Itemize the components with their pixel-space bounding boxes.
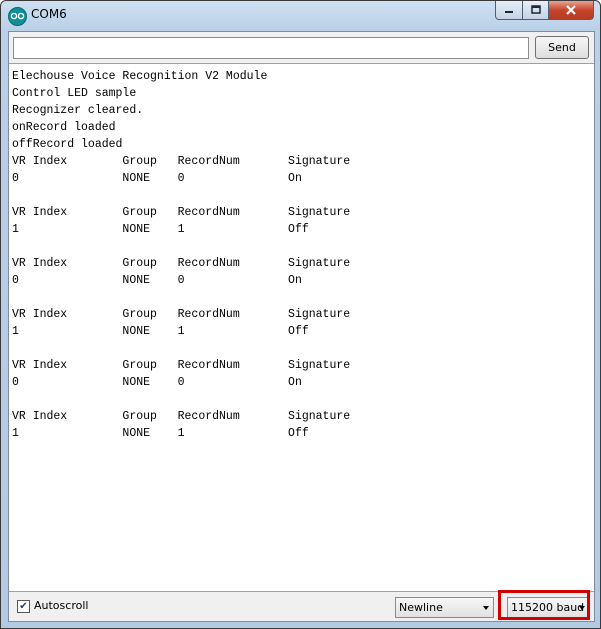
output-line: [12, 289, 350, 306]
window-controls: [495, 1, 594, 20]
output-line: 0 NONE 0 On: [12, 172, 302, 185]
output-line: Control LED sample: [12, 87, 137, 100]
output-line: VR Index Group RecordNum Signature: [12, 206, 351, 219]
output-line: 0 NONE 0 On: [12, 274, 302, 287]
serial-output[interactable]: Elechouse Voice Recognition V2 Module Con…: [9, 63, 594, 592]
output-line: [12, 391, 350, 408]
output-line: offRecord loaded: [12, 138, 123, 151]
client-area: Send Elechouse Voice Recognition V2 Modu…: [8, 31, 595, 622]
serial-monitor-window: COM6 Send Elechouse Voice Recognition V2…: [0, 0, 601, 629]
output-lines: Elechouse Voice Recognition V2 Module Con…: [12, 68, 350, 442]
baud-rate-highlight: [498, 590, 590, 620]
title-bar[interactable]: COM6: [1, 1, 600, 29]
close-button[interactable]: [549, 1, 594, 20]
autoscroll-label: Autoscroll: [34, 599, 89, 612]
maximize-button[interactable]: [523, 1, 549, 20]
output-line: [12, 187, 350, 204]
output-line: [12, 238, 350, 255]
output-line: VR Index Group RecordNum Signature: [12, 410, 351, 423]
output-line: 1 NONE 1 Off: [12, 223, 309, 236]
line-ending-select[interactable]: Newline: [395, 597, 494, 618]
output-line: [12, 340, 350, 357]
serial-input[interactable]: [13, 37, 529, 59]
minimize-icon: [505, 11, 513, 13]
output-line: onRecord loaded: [12, 121, 116, 134]
chevron-down-icon: [483, 606, 489, 610]
output-line: VR Index Group RecordNum Signature: [12, 257, 351, 270]
window-title: COM6: [31, 7, 67, 21]
output-line: 0 NONE 0 On: [12, 376, 302, 389]
output-line: 1 NONE 1 Off: [12, 427, 309, 440]
arduino-icon: [8, 7, 27, 26]
output-line: Elechouse Voice Recognition V2 Module: [12, 70, 268, 83]
minimize-button[interactable]: [495, 1, 523, 20]
output-line: VR Index Group RecordNum Signature: [12, 359, 351, 372]
output-line: VR Index Group RecordNum Signature: [12, 308, 351, 321]
output-line: Recognizer cleared.: [12, 104, 144, 117]
output-line: VR Index Group RecordNum Signature: [12, 155, 351, 168]
send-button[interactable]: Send: [535, 36, 589, 59]
output-line: 1 NONE 1 Off: [12, 325, 309, 338]
line-ending-value: Newline: [399, 601, 443, 614]
close-icon: [566, 5, 576, 15]
maximize-icon: [530, 5, 541, 14]
autoscroll-checkbox[interactable]: ✔: [17, 600, 30, 613]
